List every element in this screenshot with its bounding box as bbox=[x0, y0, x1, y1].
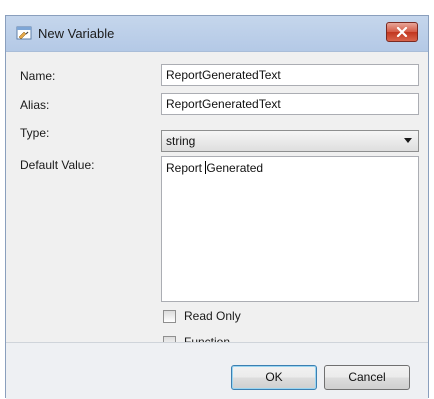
new-variable-dialog: New Variable Name: ReportGeneratedText A… bbox=[5, 15, 429, 399]
dialog-footer: OK Cancel bbox=[6, 343, 428, 399]
close-button[interactable] bbox=[386, 22, 418, 42]
dropdown-arrow-icon bbox=[404, 138, 412, 143]
type-label: Type: bbox=[20, 126, 50, 140]
read-only-label: Read Only bbox=[184, 309, 241, 323]
alias-input[interactable]: ReportGeneratedText bbox=[161, 93, 419, 115]
title-bar[interactable]: New Variable bbox=[6, 16, 428, 52]
dialog-title: New Variable bbox=[38, 26, 115, 41]
type-dropdown[interactable]: string bbox=[161, 130, 419, 152]
read-only-checkbox[interactable] bbox=[163, 309, 176, 323]
close-icon bbox=[396, 27, 408, 37]
default-value-label: Default Value: bbox=[20, 158, 95, 172]
variable-edit-icon bbox=[16, 26, 32, 40]
dialog-body: Name: ReportGeneratedText Alias: ReportG… bbox=[6, 52, 428, 349]
read-only-option[interactable]: Read Only bbox=[163, 308, 241, 324]
name-label: Name: bbox=[20, 69, 56, 83]
ok-button[interactable]: OK bbox=[231, 365, 317, 390]
cancel-button[interactable]: Cancel bbox=[324, 365, 410, 390]
alias-label: Alias: bbox=[20, 98, 50, 112]
name-input[interactable]: ReportGeneratedText bbox=[161, 64, 419, 86]
type-selected-value: string bbox=[166, 134, 196, 148]
default-value-text-after: Generated bbox=[206, 161, 264, 175]
default-value-textarea[interactable]: Report Generated bbox=[161, 156, 419, 302]
default-value-text-before: Report bbox=[166, 161, 206, 175]
